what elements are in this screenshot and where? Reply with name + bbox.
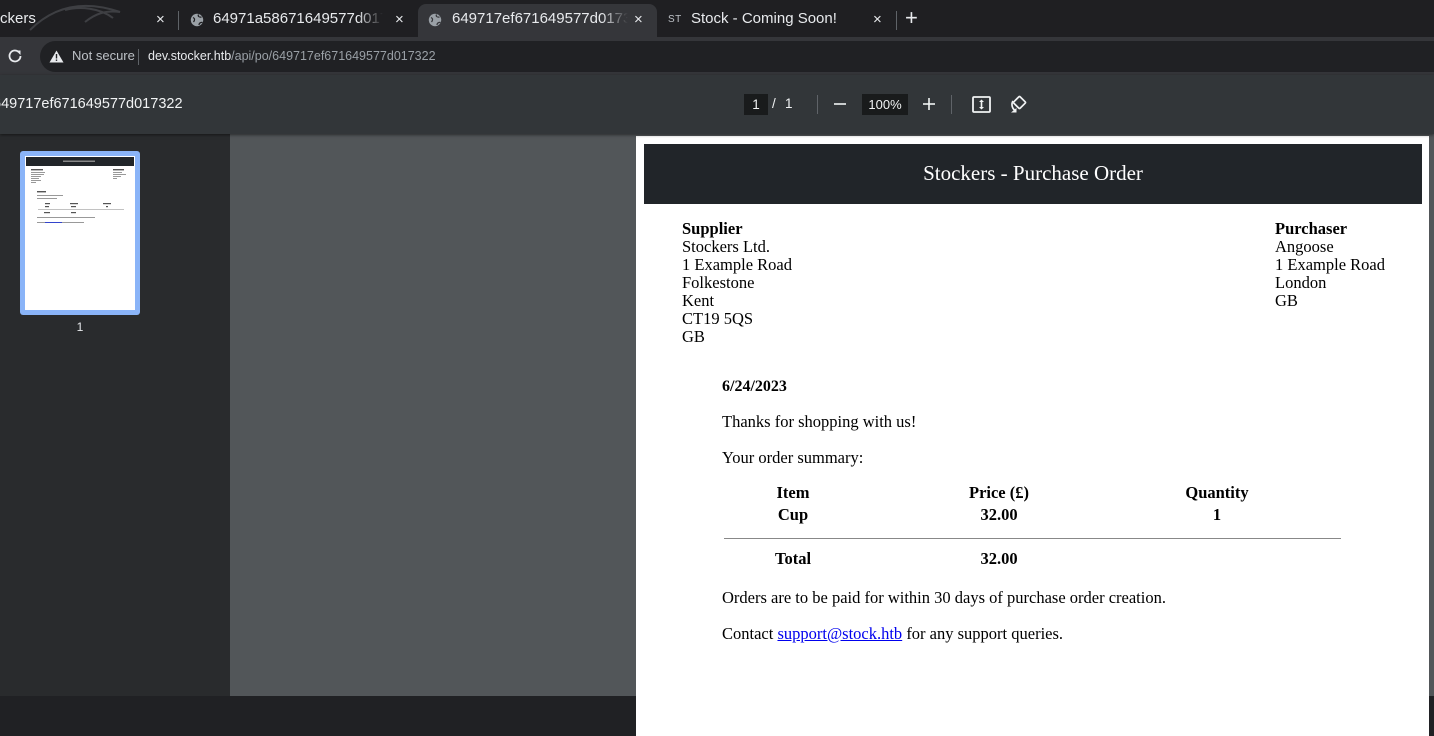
table-header-item: Item [776, 483, 810, 502]
purchaser-line: GB [1275, 291, 1298, 310]
thumbnail-sidebar: 1 [0, 134, 230, 696]
url-text[interactable]: dev.stocker.htb/api/po/649717ef671649577… [148, 49, 436, 63]
table-header-quantity: Quantity [1185, 483, 1249, 502]
supplier-line: Kent [682, 291, 715, 310]
table-total-value: 32.00 [980, 549, 1018, 568]
site-favicon: ST [668, 14, 682, 25]
pdf-document-title: 649717ef671649577d017322 [0, 96, 183, 112]
tab-close-icon[interactable]: × [395, 11, 404, 28]
table-cell-quantity: 1 [1212, 505, 1222, 524]
purchaser-line: Angoose [1275, 237, 1334, 256]
new-tab-button[interactable]: + [905, 6, 918, 30]
table-divider [724, 538, 1341, 539]
supplier-address: Supplier Stockers Ltd. 1 Example Road Fo… [682, 220, 792, 346]
omnibox-divider [138, 49, 139, 65]
url-path: /api/po/649717ef671649577d017322 [231, 49, 436, 63]
tab-stockers[interactable]: ckers × [0, 4, 178, 37]
page-thumbnail[interactable] [20, 151, 140, 315]
rotate-counterclockwise-icon[interactable] [1007, 93, 1029, 115]
contact-line: Contact support@stock.htb for any suppor… [722, 624, 1063, 644]
purchase-order-banner: Stockers - Purchase Order [644, 144, 1422, 204]
plus-icon[interactable] [920, 95, 938, 113]
supplier-heading: Supplier [682, 219, 743, 238]
table-cell-item: Cup [777, 505, 809, 524]
tab-close-icon[interactable]: × [873, 11, 882, 28]
supplier-line: Stockers Ltd. [682, 237, 770, 256]
tab-stock-coming-soon[interactable]: ST Stock - Coming Soon! × [658, 4, 896, 37]
globe-icon [190, 13, 204, 27]
tab-po-649717-active[interactable]: 649717ef671649577d0173 × [418, 4, 657, 37]
toolbar-divider [951, 95, 952, 114]
address-bar[interactable]: Not secure dev.stocker.htb/api/po/649717… [40, 41, 1434, 72]
order-date: 6/24/2023 [722, 378, 787, 395]
table-cell-price: 32.00 [980, 505, 1018, 524]
globe-icon [428, 13, 442, 27]
tab-title: Stock - Coming Soon! [691, 10, 837, 27]
contact-suffix: for any support queries. [902, 624, 1064, 643]
supplier-line: CT19 5QS [682, 309, 754, 328]
tab-divider [896, 11, 897, 30]
thumbnail-page-image [26, 157, 134, 223]
contact-prefix: Contact [722, 624, 778, 643]
supplier-line: Folkestone [682, 273, 755, 292]
supplier-line: GB [682, 327, 705, 346]
fit-to-page-icon[interactable] [971, 94, 992, 115]
page-number-input[interactable]: 1 [744, 94, 768, 115]
thumbnail-preview [25, 156, 135, 310]
toolbar-divider [817, 95, 818, 114]
page-separator: / [772, 96, 776, 111]
tab-close-icon[interactable]: × [156, 11, 165, 28]
minus-icon[interactable] [831, 95, 849, 113]
browser-toolbar: Not secure dev.stocker.htb/api/po/649717… [0, 37, 1434, 75]
tab-po-64971a[interactable]: 64971a58671649577d017 × [179, 4, 416, 37]
payment-note: Orders are to be paid for within 30 days… [722, 588, 1166, 607]
order-summary-intro: Your order summary: [722, 448, 864, 467]
support-email-link[interactable]: support@stock.htb [777, 624, 902, 643]
purchaser-heading: Purchaser [1275, 219, 1348, 238]
zoom-level-input[interactable]: 100% [862, 94, 908, 115]
purchaser-line: 1 Example Road [1275, 255, 1385, 274]
tab-title: ckers [0, 10, 36, 27]
tab-strip: ckers × 64971a58671649577d017 × 649717ef… [0, 0, 1434, 37]
reload-icon[interactable] [5, 46, 25, 66]
thumbnail-page-number: 1 [76, 320, 84, 334]
table-total-label: Total [774, 549, 812, 568]
warning-triangle-icon[interactable] [49, 50, 64, 63]
supplier-line: 1 Example Road [682, 255, 792, 274]
table-header-price: Price (£) [969, 483, 1029, 502]
purchaser-line: London [1275, 273, 1327, 292]
tab-title: 649717ef671649577d0173 [452, 10, 628, 27]
page-total: 1 [785, 96, 793, 111]
pdf-viewer: Stockers - Purchase Order Supplier Stock… [230, 134, 1434, 736]
pdf-page: Stockers - Purchase Order Supplier Stock… [636, 136, 1429, 736]
purchaser-address: Purchaser Angoose 1 Example Road London … [1275, 220, 1385, 310]
purchase-order-title: Stockers - Purchase Order [923, 161, 1143, 185]
tab-title: 64971a58671649577d017 [213, 10, 383, 27]
security-label[interactable]: Not secure [72, 48, 135, 63]
thanks-message: Thanks for shopping with us! [722, 412, 917, 431]
tab-close-icon[interactable]: × [634, 11, 643, 28]
pdf-toolbar: 649717ef671649577d017322 1 / 1 100% [0, 75, 1434, 134]
url-host: dev.stocker.htb [148, 49, 232, 63]
